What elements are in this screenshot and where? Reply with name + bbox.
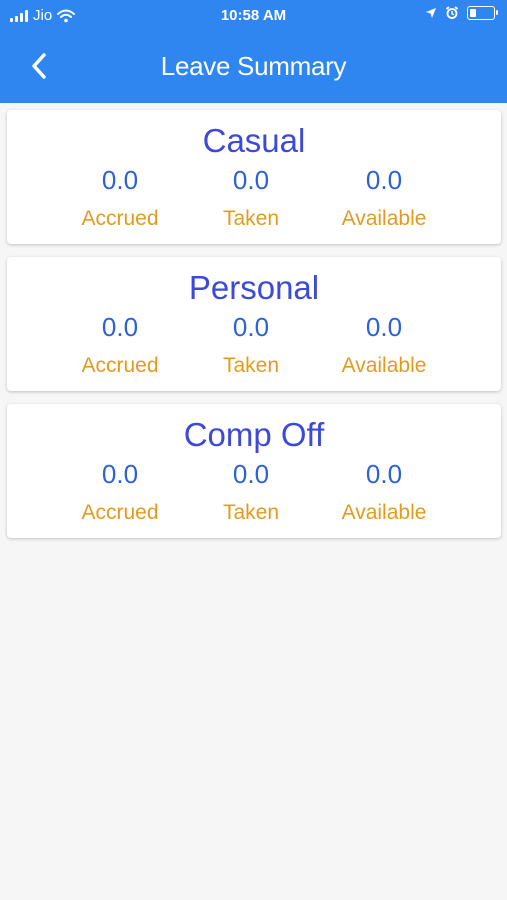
available-value: 0.0 [365, 312, 403, 342]
leave-type-title: Personal [188, 269, 320, 306]
leave-type-title: Casual [202, 122, 306, 159]
taken-value: 0.0 [232, 459, 270, 489]
accrued-label: Accrued [81, 207, 159, 230]
taken-label: Taken [222, 501, 280, 524]
status-right [425, 6, 498, 20]
alarm-icon [445, 6, 459, 19]
leave-card-personal: Personal 0.0 0.0 0.0 Accrued Taken Avail… [7, 257, 501, 391]
leave-type-title: Comp Off [183, 416, 325, 453]
accrued-value: 0.0 [101, 459, 139, 489]
battery-level [470, 9, 476, 17]
taken-value: 0.0 [232, 312, 270, 342]
leave-card-casual: Casual 0.0 0.0 0.0 Accrued Taken Availab… [7, 110, 501, 244]
taken-label: Taken [222, 354, 280, 377]
nav-bar: Leave Summary [0, 32, 507, 103]
taken-value: 0.0 [232, 165, 270, 195]
status-bar: Jio 10:58 AM [0, 0, 507, 32]
available-label: Available [341, 207, 427, 230]
available-label: Available [341, 501, 427, 524]
accrued-label: Accrued [81, 501, 159, 524]
battery-icon [467, 6, 498, 20]
page-title: Leave Summary [160, 51, 347, 81]
accrued-value: 0.0 [101, 312, 139, 342]
taken-label: Taken [222, 207, 280, 230]
available-value: 0.0 [365, 459, 403, 489]
leave-cards: Casual 0.0 0.0 0.0 Accrued Taken Availab… [7, 110, 501, 551]
leave-card-comp-off: Comp Off 0.0 0.0 0.0 Accrued Taken Avail… [7, 404, 501, 538]
app-header: Jio 10:58 AM Leave Summary [0, 0, 507, 103]
accrued-label: Accrued [81, 354, 159, 377]
location-arrow-icon [426, 8, 436, 18]
accrued-value: 0.0 [101, 165, 139, 195]
available-label: Available [341, 354, 427, 377]
available-value: 0.0 [365, 165, 403, 195]
